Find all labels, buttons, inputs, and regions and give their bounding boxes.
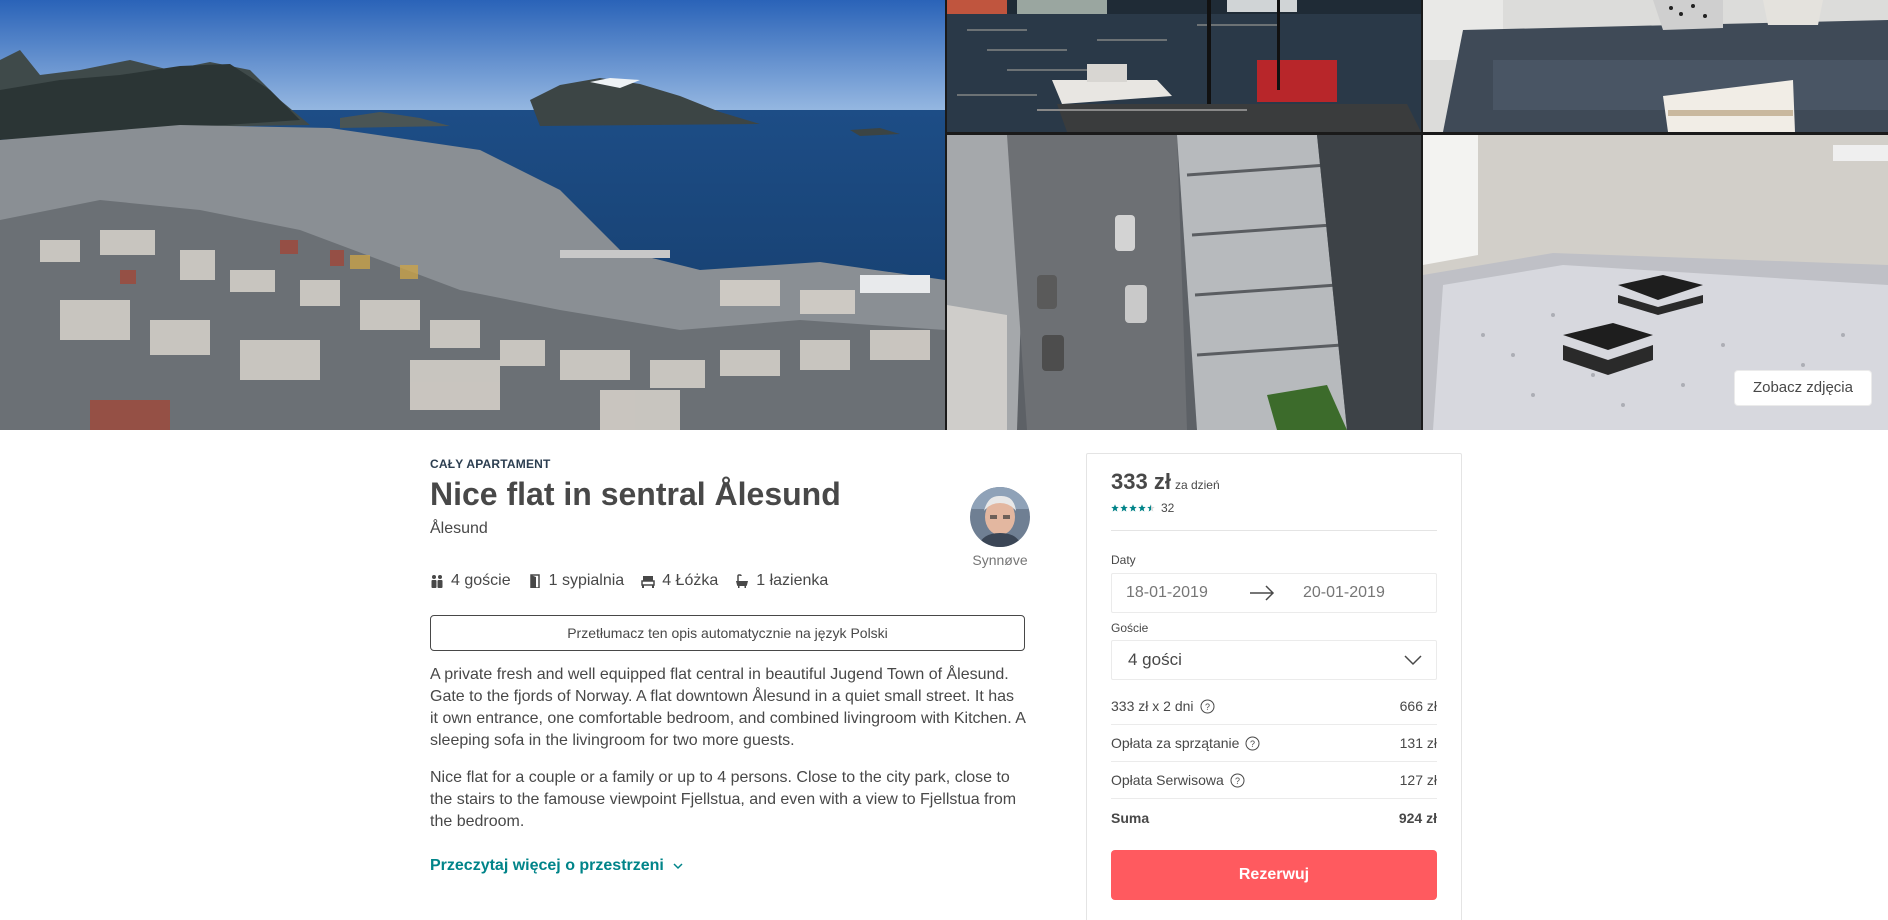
host-name: Synnøve (972, 552, 1028, 568)
star-icon (1120, 504, 1128, 512)
rating[interactable]: 32 (1111, 501, 1437, 515)
photo-harbor-boats[interactable] (947, 0, 1421, 132)
amenity-guests-label: 4 goście (451, 572, 511, 589)
photo-aalesund-panorama[interactable] (0, 0, 945, 430)
question-icon[interactable]: ? (1245, 736, 1260, 751)
total-amount: 924 zł (1398, 809, 1437, 826)
listing-location[interactable]: Ålesund (430, 520, 1025, 538)
fee-cleaning-amount: 131 zł (1399, 735, 1437, 751)
fee-service-label: Opłata Serwisowa (1111, 772, 1224, 788)
bath-icon (736, 574, 749, 588)
photo-gallery: Zobacz zdjęcia (0, 0, 1888, 430)
star-icon (1111, 504, 1119, 512)
bed-icon (641, 576, 655, 588)
guests-icon (431, 575, 443, 588)
checkout-input[interactable]: 20-01-2019 (1289, 584, 1436, 602)
amenities: 4 goście 1 sypialnia 4 Łóżka 1 łazienka (430, 572, 1025, 590)
amenity-bedrooms: 1 sypialnia (528, 572, 625, 590)
nightly-price: 333 zł (1111, 469, 1171, 494)
fee-row-service: Opłata Serwisowa ? 127 zł (1111, 762, 1437, 799)
star-icon (1138, 504, 1146, 512)
fee-nights-label: 333 zł x 2 dni (1111, 698, 1194, 714)
divider (1111, 530, 1437, 531)
booking-card: 333 zł za dzień 32 Daty 18-01-2019 20-01… (1086, 453, 1462, 920)
see-photos-button[interactable]: Zobacz zdjęcia (1733, 370, 1872, 406)
question-icon[interactable]: ? (1230, 773, 1245, 788)
listing-details: CAŁY APARTAMENT Nice flat in sentral Åle… (430, 430, 1030, 875)
translate-button[interactable]: Przetłumacz ten opis automatycznie na ję… (430, 615, 1025, 651)
guests-select[interactable]: 4 gości (1111, 640, 1437, 680)
price-line: 333 zł za dzień (1111, 469, 1437, 495)
arrow-right-icon (1250, 585, 1275, 601)
fee-row-cleaning: Opłata za sprzątanie ? 131 zł (1111, 725, 1437, 762)
description-paragraph: A private fresh and well equipped flat c… (430, 666, 1025, 749)
chevron-down-icon (1404, 655, 1422, 666)
rating-stars (1111, 504, 1155, 512)
price-unit: za dzień (1174, 478, 1220, 492)
fee-row-nights: 333 zł x 2 dni ? 666 zł (1111, 688, 1437, 725)
listing-type: CAŁY APARTAMENT (430, 457, 551, 471)
chevron-down-icon (673, 863, 683, 870)
listing-title: Nice flat in sentral Ålesund (430, 476, 841, 512)
review-count: 32 (1161, 501, 1175, 515)
fee-service-amount: 127 zł (1399, 772, 1437, 788)
amenity-bathrooms-label: 1 łazienka (756, 572, 829, 589)
listing-description: A private fresh and well equipped flat c… (430, 664, 1025, 833)
checkin-input[interactable]: 18-01-2019 (1112, 584, 1259, 602)
photo-aerial-street[interactable] (947, 135, 1421, 430)
svg-text:?: ? (1235, 776, 1240, 786)
star-icon (1129, 504, 1137, 512)
guests-label: Goście (1111, 621, 1149, 635)
amenity-bedrooms-label: 1 sypialnia (548, 572, 625, 589)
host[interactable]: Synnøve (950, 487, 1050, 568)
dates-picker: 18-01-2019 20-01-2019 (1111, 573, 1437, 613)
read-more-label: Przeczytaj więcej o przestrzeni (430, 857, 664, 874)
door-icon (529, 574, 540, 588)
fee-row-total: Suma 924 zł (1111, 799, 1437, 836)
question-icon[interactable]: ? (1200, 699, 1215, 714)
svg-text:?: ? (1250, 739, 1255, 749)
photo-living-room-sofa[interactable] (1423, 0, 1888, 132)
amenity-guests: 4 goście (430, 572, 511, 590)
total-label: Suma (1111, 809, 1150, 826)
amenity-beds: 4 Łóżka (641, 572, 718, 590)
amenity-bathrooms: 1 łazienka (735, 572, 828, 590)
svg-text:?: ? (1204, 702, 1209, 712)
read-more-link[interactable]: Przeczytaj więcej o przestrzeni (430, 857, 1025, 875)
description-paragraph: Nice flat for a couple or a family or up… (430, 769, 1017, 830)
reserve-button[interactable]: Rezerwuj (1111, 850, 1437, 900)
price-breakdown: 333 zł x 2 dni ? 666 zł Opłata za sprząt… (1111, 688, 1437, 836)
guests-value: 4 gości (1128, 650, 1182, 669)
fee-nights-amount: 666 zł (1399, 698, 1437, 714)
fee-cleaning-label: Opłata za sprzątanie (1111, 735, 1240, 751)
amenity-beds-label: 4 Łóżka (662, 572, 719, 589)
dates-label: Daty (1111, 553, 1136, 567)
host-avatar[interactable] (970, 487, 1030, 547)
star-icon (1147, 504, 1155, 512)
